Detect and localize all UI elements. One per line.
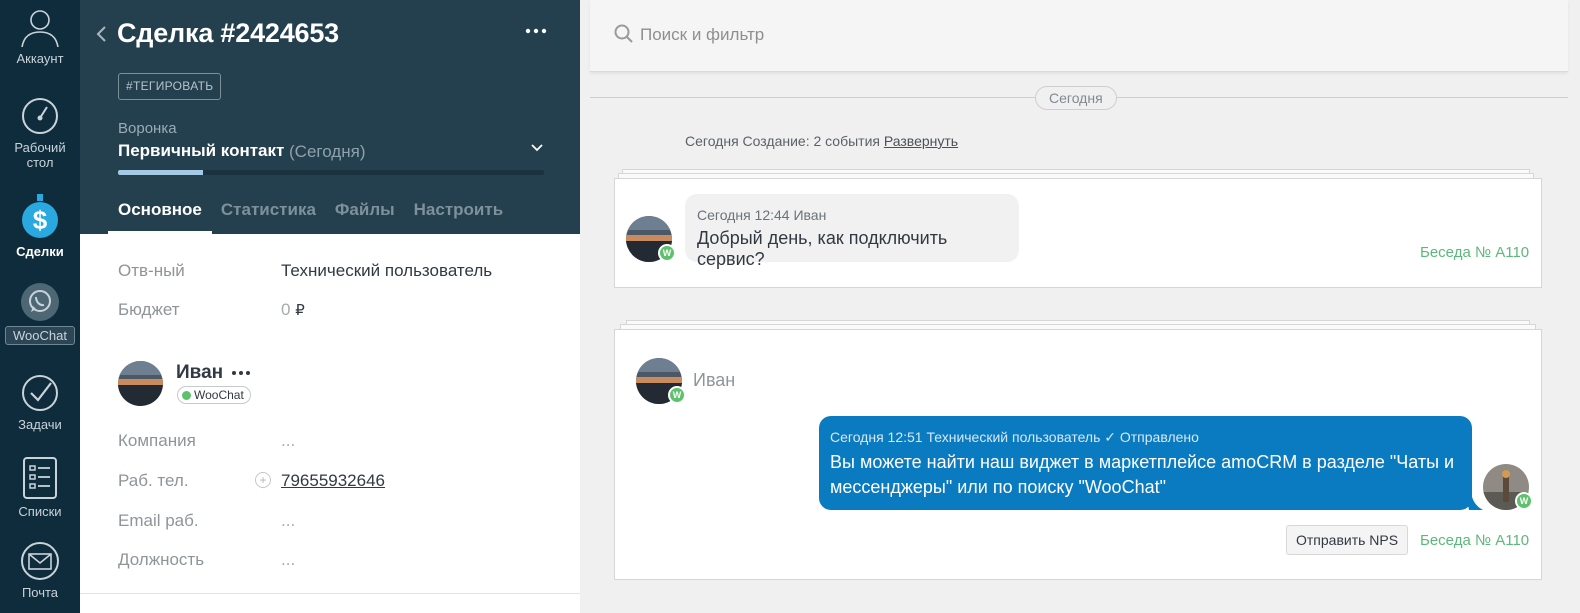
- nav-mail-label: Почта: [21, 585, 59, 600]
- tab-files[interactable]: Файлы: [325, 196, 405, 234]
- nav-lists[interactable]: Списки: [0, 456, 80, 519]
- funnel-stage-date: (Сегодня): [289, 142, 366, 161]
- contact-name[interactable]: Иван: [176, 362, 223, 384]
- funnel-stage[interactable]: Первичный контакт: [118, 141, 284, 161]
- contact-name: Иван: [693, 370, 736, 390]
- contact-avatar[interactable]: [118, 361, 163, 406]
- conversation-link[interactable]: Беседа № A110: [1420, 532, 1529, 549]
- expand-link[interactable]: Развернуть: [884, 133, 958, 149]
- budget-field[interactable]: 0 ₽: [281, 300, 305, 320]
- responsible-label: Отв-ный: [118, 261, 185, 280]
- nav-dashboard-label-1: Рабочий: [14, 140, 66, 155]
- feed-panel: Сегодня Сегодня Создание: 2 события Разв…: [580, 0, 1580, 613]
- deal-body: Отв-ный Технический пользователь Бюджет …: [80, 234, 580, 613]
- dashboard-icon: [22, 98, 58, 134]
- contact-source-label: WooChat: [194, 388, 244, 402]
- stage-progress-fill: [118, 170, 204, 175]
- incoming-message-bubble: Сегодня 12:44 Иван Добрый день, как подк…: [685, 194, 1019, 269]
- events-summary: Сегодня Создание: 2 события Развернуть: [685, 133, 958, 149]
- tasks-icon: [22, 375, 58, 411]
- outgoing-message-card: W Иван Сегодня 12:51 Технический пользов…: [614, 329, 1542, 580]
- user-icon: [21, 10, 59, 47]
- search-icon: [614, 24, 633, 43]
- stage-progress-bar: [118, 170, 544, 175]
- deal-title: Сделка #2424653: [117, 18, 339, 48]
- nav-woochat[interactable]: WooChat: [0, 282, 80, 345]
- budget-label: Бюджет: [118, 300, 180, 319]
- woochat-badge-icon: W: [668, 386, 686, 404]
- nav-deals[interactable]: $ Сделки: [0, 194, 80, 259]
- deal-header: Сделка #2424653 #ТЕГИРОВАТЬ Воронка Перв…: [80, 0, 580, 234]
- nav-lists-label: Списки: [18, 504, 62, 519]
- nav-woochat-label: WooChat: [5, 326, 75, 345]
- message-text: Добрый день, как подключить сервис?: [697, 228, 948, 269]
- nav-dashboard[interactable]: Рабочий стол: [0, 96, 80, 170]
- nav-mail[interactable]: Почта: [0, 541, 80, 600]
- tag-button[interactable]: #ТЕГИРОВАТЬ: [118, 73, 222, 100]
- back-chevron-icon[interactable]: [94, 24, 110, 44]
- deal-tabs: Основное Статистика Файлы Настроить: [108, 196, 512, 234]
- outgoing-message-bubble: Сегодня 12:51 Технический пользователь ✓…: [819, 416, 1472, 510]
- whatsapp-icon: [21, 283, 59, 321]
- phone-value[interactable]: 79655932646: [281, 471, 385, 491]
- nav-account-label: Аккаунт: [16, 51, 64, 66]
- email-value[interactable]: ...: [281, 511, 295, 531]
- phone-label: Раб. тел.: [118, 471, 189, 490]
- woochat-badge-icon: W: [658, 244, 676, 262]
- currency-symbol: ₽: [295, 302, 305, 319]
- add-phone-icon[interactable]: +: [255, 472, 271, 488]
- position-value[interactable]: ...: [281, 550, 295, 570]
- chevron-down-icon[interactable]: [530, 141, 544, 155]
- day-separator: Сегодня: [1035, 86, 1117, 110]
- responsible-value[interactable]: Технический пользователь: [281, 261, 492, 281]
- nav-tasks[interactable]: Задачи: [0, 373, 80, 432]
- more-options-icon[interactable]: [524, 24, 548, 38]
- whatsapp-dot-icon: [182, 391, 191, 400]
- mail-icon: [21, 542, 59, 580]
- contact-more-icon[interactable]: [231, 370, 251, 376]
- search-input[interactable]: [640, 22, 1240, 48]
- bubble-tail: [1465, 490, 1483, 510]
- tab-main[interactable]: Основное: [108, 196, 212, 234]
- conversation-link[interactable]: Беседа № A110: [1420, 244, 1529, 261]
- position-label: Должность: [118, 550, 205, 569]
- incoming-message-card: W Сегодня 12:44 Иван Добрый день, как по…: [614, 178, 1542, 288]
- deals-icon: $: [22, 194, 58, 238]
- contact-source-chip: WooChat: [177, 386, 251, 404]
- message-text: Вы можете найти наш виджет в маркетплейс…: [830, 452, 1455, 497]
- nav-account[interactable]: Аккаунт: [0, 5, 80, 66]
- nav-tasks-label: Задачи: [18, 417, 62, 432]
- woochat-badge-icon: W: [1515, 492, 1533, 510]
- nav-dashboard-label-2: стол: [26, 155, 54, 170]
- tab-statistics[interactable]: Статистика: [211, 196, 326, 234]
- email-label: Email раб.: [118, 511, 199, 530]
- lists-icon: [23, 457, 57, 499]
- nav-deals-label: Сделки: [16, 244, 64, 259]
- main-nav: Аккаунт Рабочий стол $ Сделки WooChat За…: [0, 0, 80, 613]
- events-summary-text: Сегодня Создание: 2 события: [685, 133, 880, 149]
- send-nps-button[interactable]: Отправить NPS: [1286, 525, 1409, 555]
- company-value[interactable]: ...: [281, 431, 295, 451]
- divider: [80, 593, 580, 594]
- budget-value: 0: [281, 300, 291, 319]
- sunset-photo-icon: [118, 361, 163, 406]
- tab-settings[interactable]: Настроить: [404, 196, 514, 234]
- message-meta: Сегодня 12:51 Технический пользователь ✓…: [830, 429, 1199, 445]
- message-meta: Сегодня 12:44 Иван: [697, 207, 827, 223]
- search-bar: [590, 0, 1568, 72]
- funnel-label: Воронка: [118, 120, 177, 137]
- svg-text:$: $: [33, 205, 48, 235]
- company-label: Компания: [118, 431, 196, 450]
